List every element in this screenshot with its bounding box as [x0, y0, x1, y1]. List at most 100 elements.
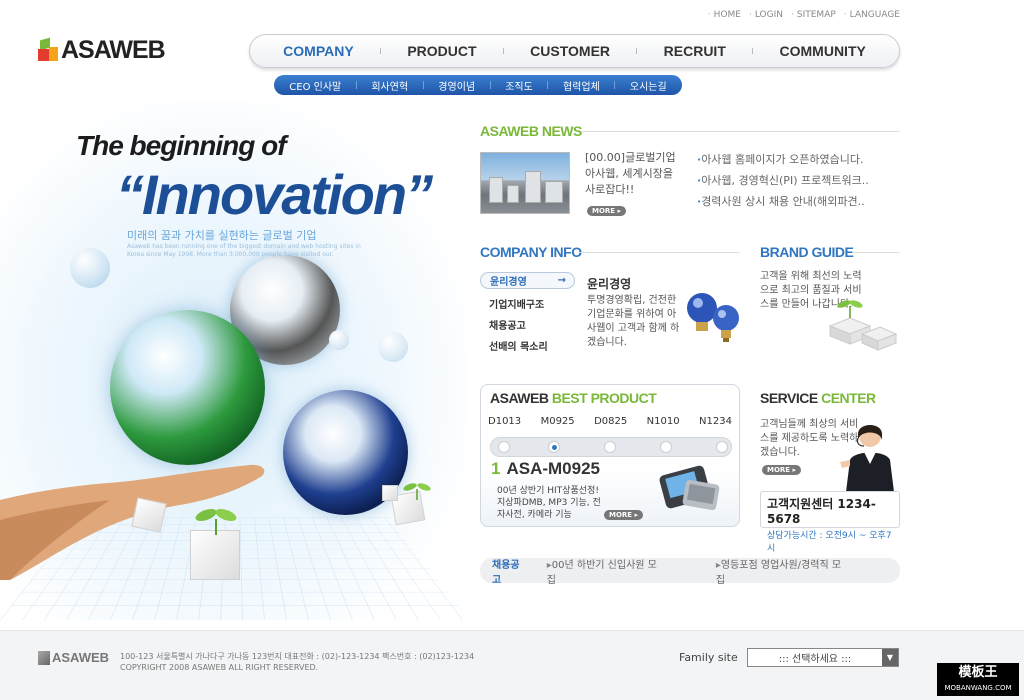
product-slider-dot[interactable] [660, 441, 672, 453]
service-center-more-button[interactable]: MORE ▸ [762, 465, 802, 475]
top-link-sitemap[interactable]: SITEMAP [791, 10, 836, 20]
subnav-history[interactable]: 회사연혁 [371, 78, 408, 93]
company-info-divider [580, 252, 740, 253]
best-product-more-button[interactable]: MORE ▸ [604, 510, 644, 520]
logo-text: ASAWEB [61, 36, 166, 64]
top-link-language[interactable]: LANGUAGE [844, 10, 900, 20]
news-list: 아사웹 홈페이지가 오픈하였습니다. 아사웹, 경영혁신(PI) 프로젝트워크.… [697, 149, 869, 212]
hero-title-line1: The beginning of [76, 130, 287, 161]
subnav-separator [614, 81, 616, 89]
product-code[interactable]: D1013 [488, 416, 521, 427]
product-slider-dot[interactable] [498, 441, 510, 453]
service-contact-box: 고객지원센터 1234-5678 상담가능시간 : 오전9시 ~ 오후7시 [760, 491, 900, 554]
subnav-ceo[interactable]: CEO 인사말 [289, 78, 341, 93]
company-info-item-recruit[interactable]: 채용공고 [480, 314, 575, 335]
service-center-title-part1: SERVICE [760, 390, 818, 406]
news-item[interactable]: 아사웹 홈페이지가 오픈하였습니다. [697, 149, 869, 170]
keyboard-keys-image [828, 300, 898, 351]
footer-copyright: COPYRIGHT 2008 ASAWEB ALL RIGHT RESERVED… [120, 663, 319, 672]
footer-address-line: 100-123 서울특별시 가나다구 가나동 123번지 대표전화 : (02)… [120, 652, 475, 661]
nav-separator [636, 48, 638, 54]
more-label: MORE [767, 466, 791, 474]
news-feature-headline[interactable]: [00.00]글로벌기업 아사웹, 세계시장을 사로잡다!! [585, 150, 685, 198]
product-slider-dot-active[interactable] [548, 441, 560, 453]
product-code[interactable]: N1010 [647, 416, 680, 427]
company-info-title: COMPANY INFO [480, 244, 582, 260]
hero-title-line2: “Innovation” [116, 163, 433, 226]
service-phone: 고객지원센터 1234-5678 [767, 497, 876, 526]
arrow-right-icon: → [557, 275, 566, 286]
nav-separator [502, 48, 504, 54]
subnav-philosophy[interactable]: 경영이념 [438, 78, 475, 93]
more-label: MORE [609, 511, 633, 519]
top-link-home[interactable]: HOME [708, 10, 741, 20]
phone-image [659, 465, 720, 511]
nav-community[interactable]: COMMUNITY [780, 43, 866, 59]
lightbulb-icon [687, 293, 739, 342]
chevron-down-icon[interactable]: ▼ [882, 649, 898, 666]
top-link-login[interactable]: LOGIN [749, 10, 783, 20]
footer-logo-cube-icon [38, 650, 50, 665]
sprout-icon [403, 483, 431, 500]
nav-separator [752, 48, 754, 54]
sub-nav: CEO 인사말 회사연혁 경영이념 조직도 협력업체 오시는길 [274, 75, 682, 95]
company-info-item-senior-voice[interactable]: 선배의 목소리 [480, 335, 575, 356]
product-slider-dot[interactable] [604, 441, 616, 453]
news-photo[interactable] [480, 152, 570, 214]
logo-cube-icon [38, 37, 58, 63]
service-center-title-part2: CENTER [821, 390, 876, 406]
watermark-badge: 模板王 MOBANWANG.COM [937, 663, 1019, 696]
bubble-decoration [70, 248, 110, 288]
product-code[interactable]: M0925 [541, 416, 575, 427]
best-product-desc: 00년 상반기 HIT상품선정! 지상파DMB, MP3 기능, 전자사전, 카… [497, 486, 601, 520]
best-product-model: 1 ASA-M0925 [491, 459, 600, 479]
news-item[interactable]: 아사웹, 경영혁신(PI) 프로젝트워크.. [697, 170, 869, 191]
recruit-item[interactable]: 00년 하반기 신입사원 모집 [547, 556, 666, 586]
company-info-heading: 윤리경영 [587, 277, 632, 291]
subnav-directions[interactable]: 오시는길 [630, 78, 667, 93]
subnav-separator [547, 81, 549, 89]
recruit-item[interactable]: 영등포점 영업사원/경력직 모집 [716, 556, 850, 586]
product-code[interactable]: N1234 [699, 416, 732, 427]
sprout-icon [195, 508, 237, 535]
family-site-label: Family site [679, 651, 738, 664]
product-code[interactable]: D0825 [594, 416, 627, 427]
nav-product[interactable]: PRODUCT [407, 43, 476, 59]
cube-decoration [190, 530, 240, 580]
hero-fine-print: Asaweb has been running one of the bigge… [127, 243, 361, 258]
nav-company[interactable]: COMPANY [283, 43, 354, 59]
subnav-separator [355, 81, 357, 89]
site-logo[interactable]: ASAWEB [38, 36, 166, 65]
bubble-decoration [329, 330, 349, 350]
brand-guide-title: BRAND GUIDE [760, 244, 854, 260]
nav-recruit[interactable]: RECRUIT [664, 43, 726, 59]
news-title: ASAWEB NEWS [480, 123, 582, 139]
news-more-button[interactable]: MORE ▸ [587, 206, 627, 216]
subnav-organization[interactable]: 조직도 [505, 78, 533, 93]
company-info-item-ethics[interactable]: 윤리경영 → [480, 272, 575, 289]
product-slider-dot[interactable] [716, 441, 728, 453]
company-info-item-governance[interactable]: 기업지배구조 [480, 293, 575, 314]
news-item[interactable]: 경력사원 상시 채용 안내(해외파견.. [697, 191, 869, 212]
hero-subtitle: 미래의 꿈과 가치를 실현하는 글로벌 기업 [127, 229, 317, 242]
company-info-menu: 윤리경영 → 기업지배구조 채용공고 선배의 목소리 [480, 272, 575, 356]
recruit-label[interactable]: 채용공고 [492, 556, 529, 586]
cube-decoration [131, 497, 167, 533]
nav-separator [380, 48, 381, 54]
hero-visual: The beginning of “Innovation” 미래의 꿈과 가치를… [0, 100, 470, 620]
news-divider [582, 131, 900, 132]
best-product-title-part2: BEST PRODUCT [551, 390, 657, 406]
cube-decoration [382, 485, 398, 501]
subnav-separator [489, 81, 491, 89]
recruit-bar: 채용공고 00년 하반기 신입사원 모집 영등포점 영업사원/경력직 모집 [480, 556, 900, 586]
service-hours: 상담가능시간 : 오전9시 ~ 오후7시 [767, 531, 892, 554]
footer-logo-text: ASAWEB [52, 650, 110, 665]
nav-customer[interactable]: CUSTOMER [530, 43, 610, 59]
subnav-separator [422, 81, 424, 89]
watermark-line1: 模板王 [958, 665, 998, 680]
subnav-partners[interactable]: 협력업체 [563, 78, 600, 93]
best-product-codes: D1013 M0925 D0825 N1010 N1234 [488, 416, 732, 427]
top-utility-links: HOME LOGIN SITEMAP LANGUAGE [708, 10, 900, 20]
footer-logo[interactable]: ASAWEB [38, 650, 109, 665]
family-site-select[interactable]: ::: 선택하세요 ::: ▼ [747, 648, 899, 667]
